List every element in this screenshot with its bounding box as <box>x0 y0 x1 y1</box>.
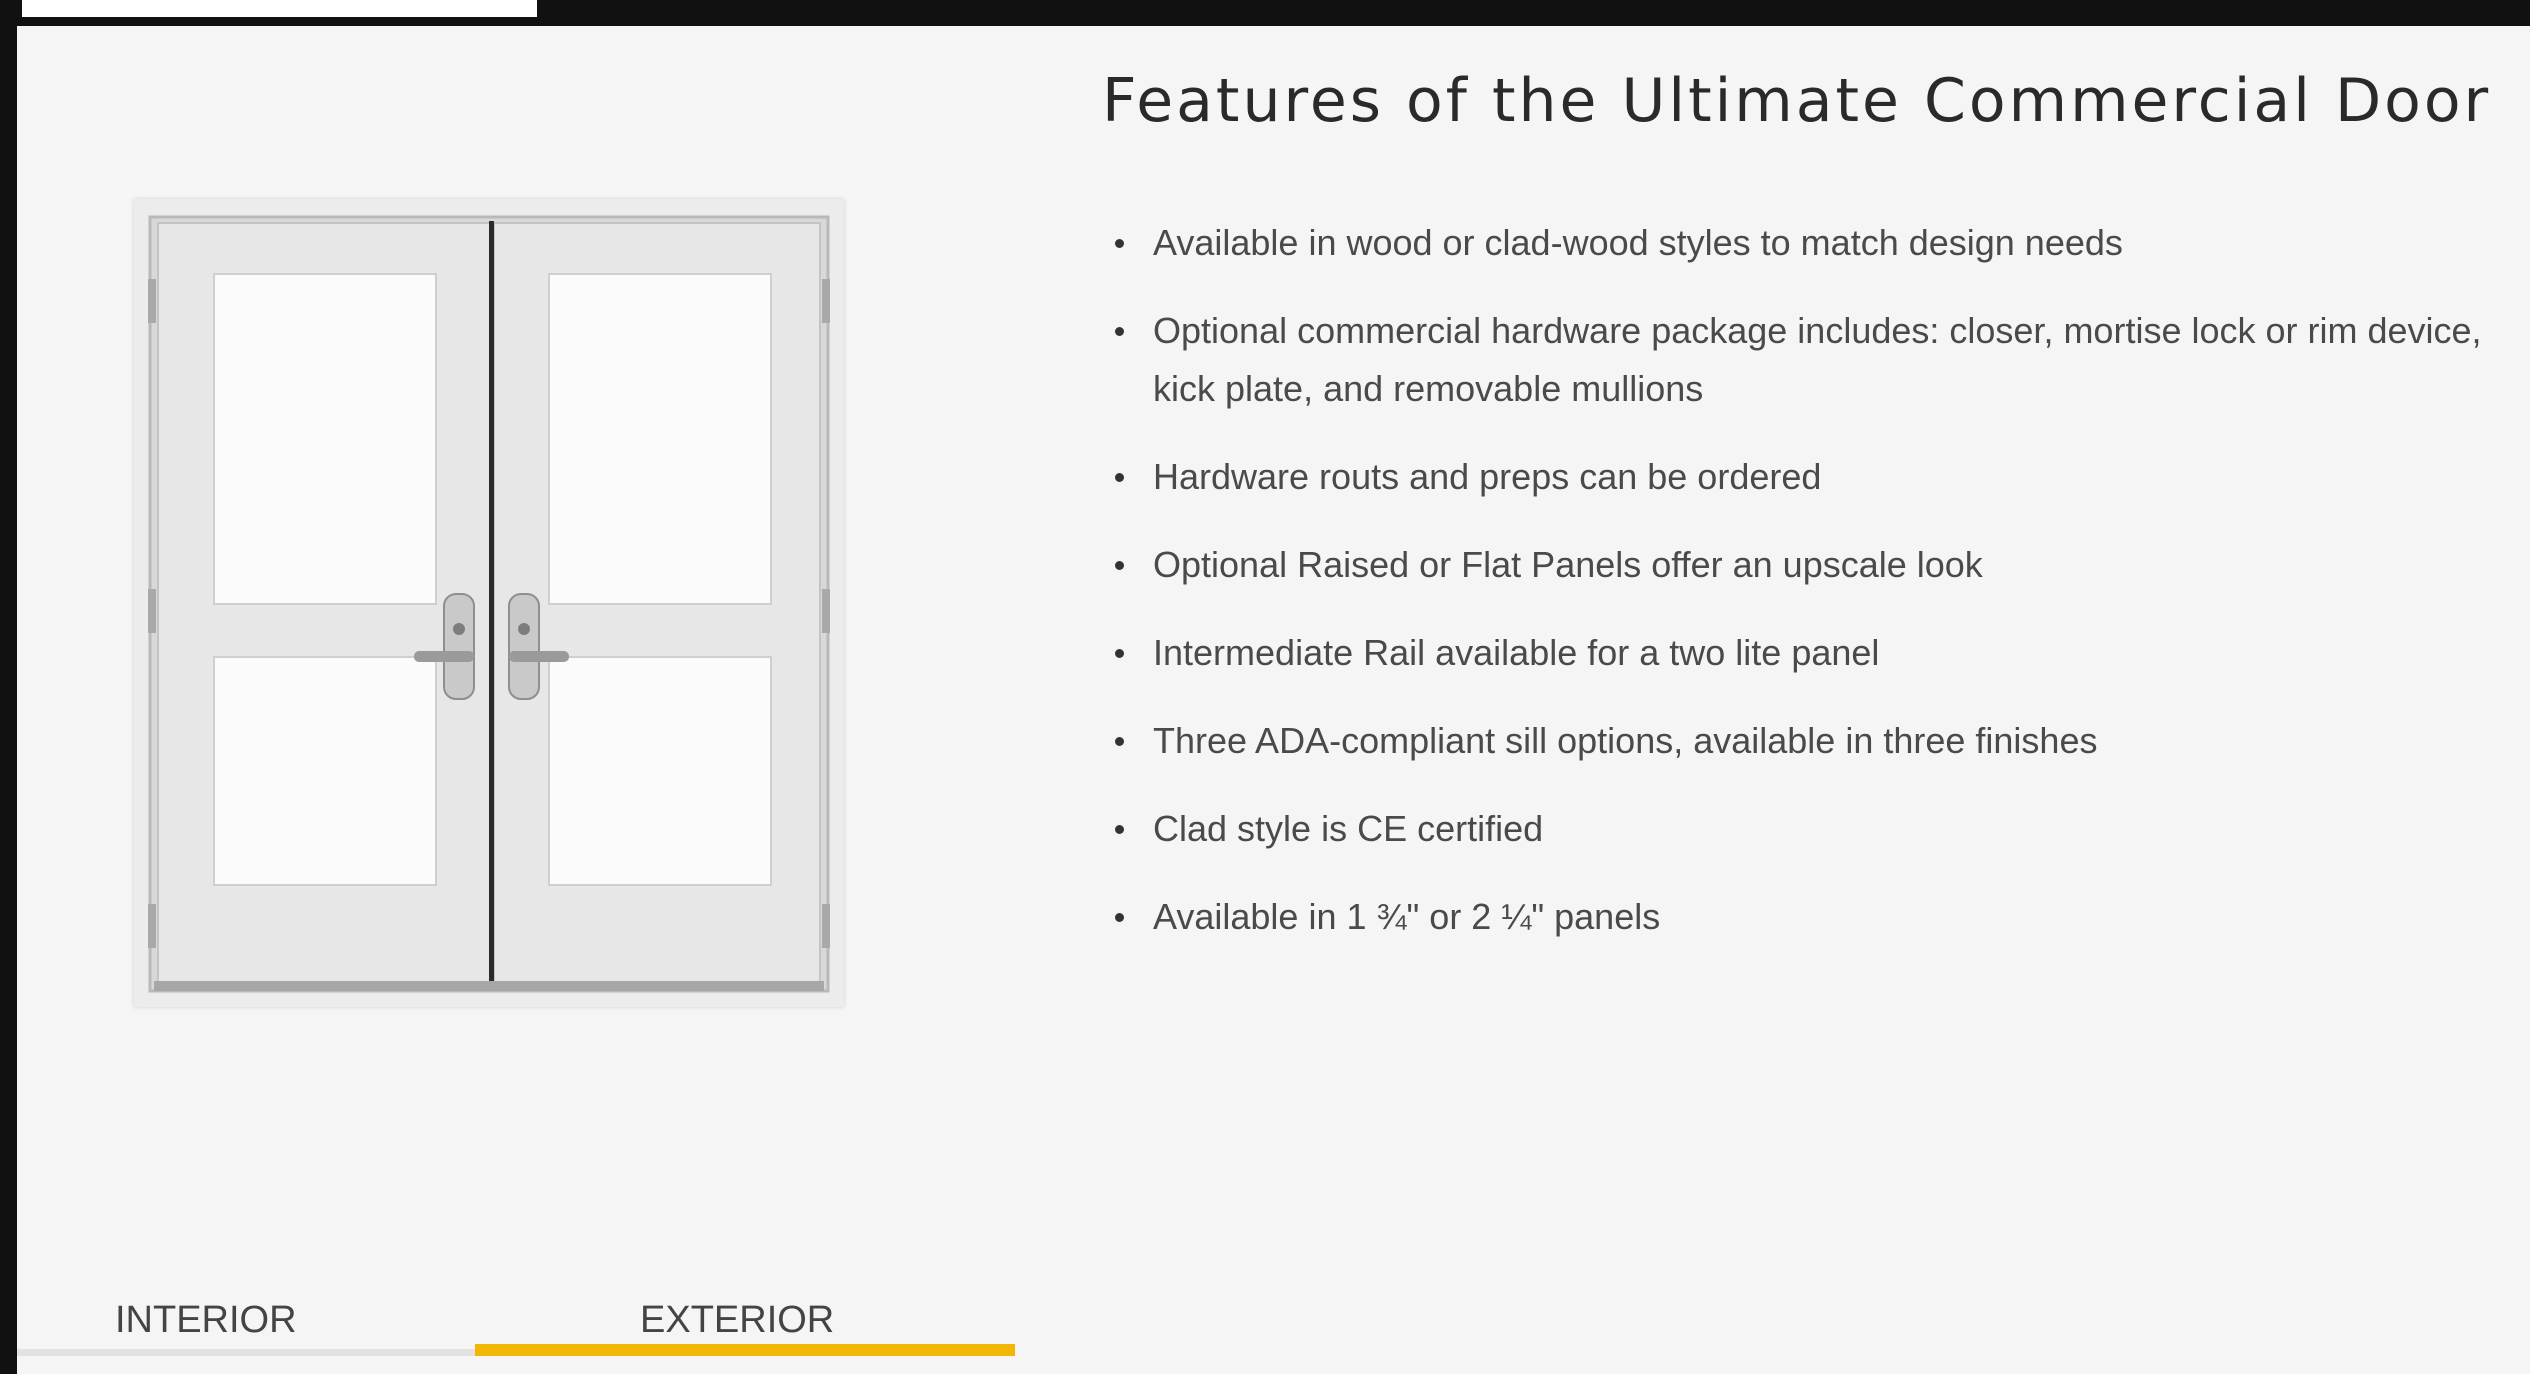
list-item: Available in wood or clad-wood styles to… <box>1115 214 2530 272</box>
list-item: Optional Raised or Flat Panels offer an … <box>1115 536 2530 594</box>
list-item: Intermediate Rail available for a two li… <box>1115 624 2530 682</box>
page-title: Features of the Ultimate Commercial Door <box>1102 66 2492 136</box>
tab-interior[interactable]: INTERIOR <box>17 1261 475 1356</box>
tab-label: EXTERIOR <box>640 1299 835 1341</box>
list-item: Clad style is CE certified <box>1115 800 2530 858</box>
tab-underline <box>17 1349 475 1356</box>
active-tab-underline <box>475 1344 1015 1356</box>
tab-exterior[interactable]: EXTERIOR <box>475 1261 1015 1356</box>
list-item: Three ADA-compliant sill options, availa… <box>1115 712 2530 770</box>
window-frame-left <box>0 0 17 1374</box>
double-door-exterior-icon <box>148 215 830 993</box>
double-door-image <box>134 199 844 1007</box>
tab-label: INTERIOR <box>115 1299 297 1341</box>
window-frame-top-gap <box>22 0 537 17</box>
product-features-section: Features of the Ultimate Commercial Door… <box>17 26 2530 1374</box>
feature-list: Available in wood or clad-wood styles to… <box>1115 214 2530 976</box>
list-item: Hardware routs and preps can be ordered <box>1115 448 2530 506</box>
list-item: Available in 1 ¾" or 2 ¼" panels <box>1115 888 2530 946</box>
view-tabs: INTERIOR EXTERIOR <box>17 1261 1017 1356</box>
list-item: Optional commercial hardware package inc… <box>1115 302 2530 418</box>
